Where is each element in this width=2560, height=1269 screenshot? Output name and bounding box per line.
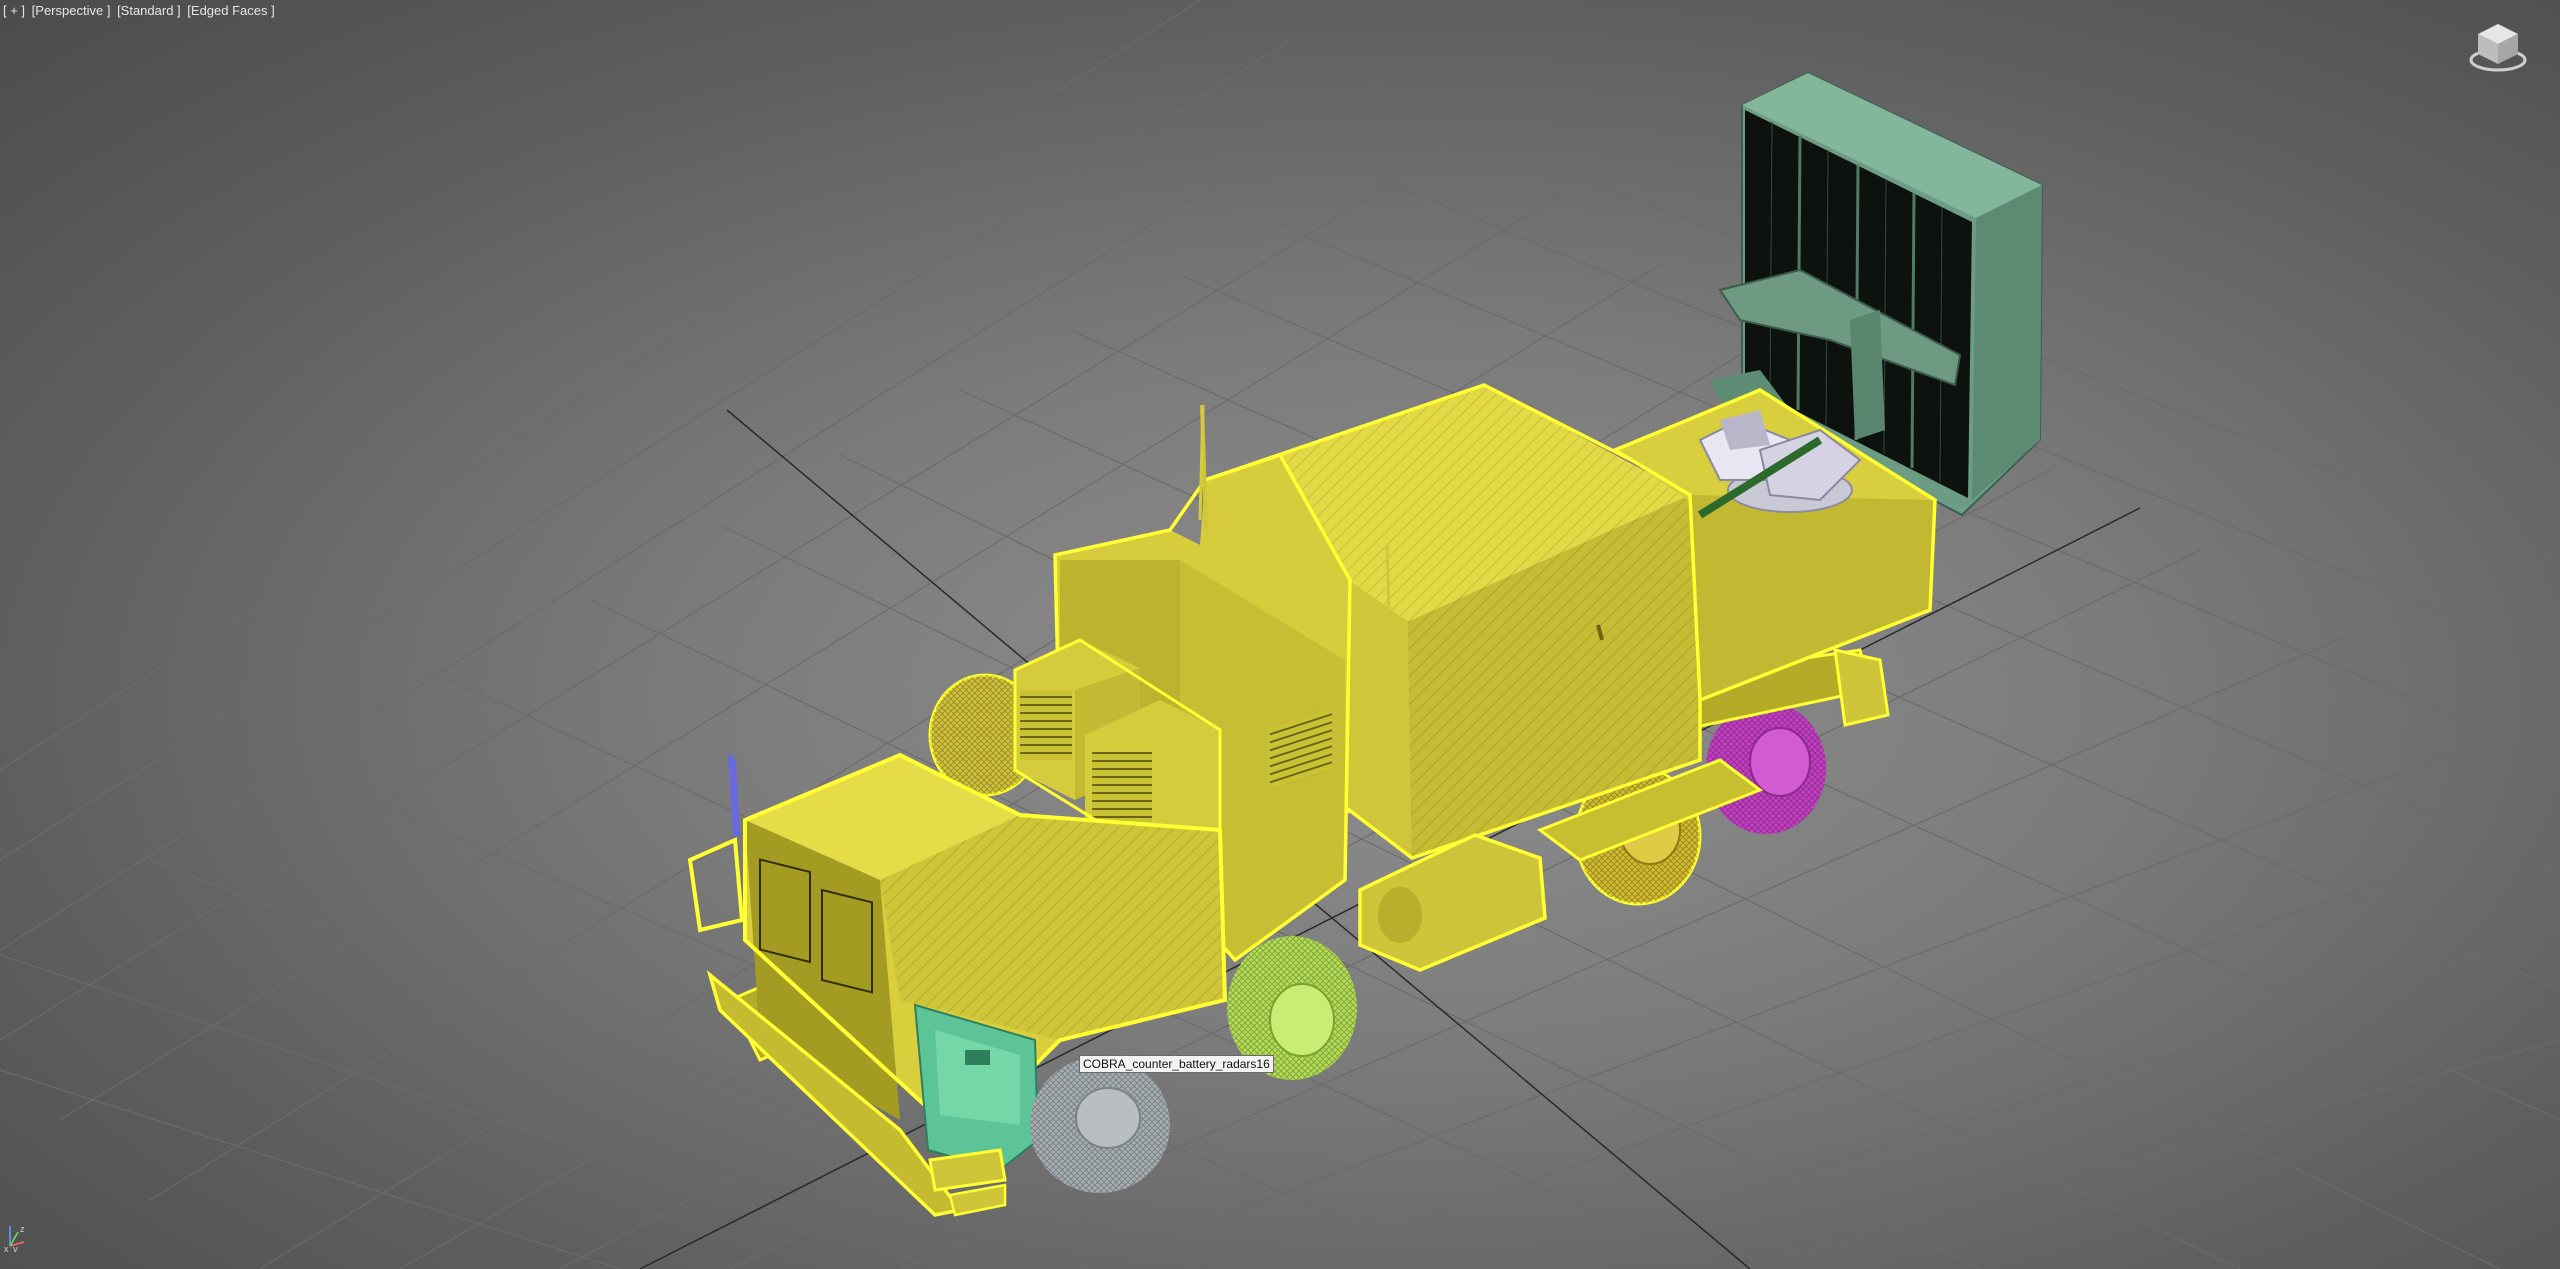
viewport-view-menu[interactable]: [Perspective ] <box>32 3 111 18</box>
viewport-visual-style-menu[interactable]: [Edged Faces ] <box>187 3 274 18</box>
viewport-label-menu[interactable]: [ + ] [Perspective ] [Standard ] [Edged … <box>3 3 278 18</box>
object-name-tooltip: COBRA_counter_battery_radars16 <box>1079 1055 1274 1073</box>
axis-tripod-icon: z x y <box>4 1224 25 1252</box>
viewport-shading-preset-menu[interactable]: [Standard ] <box>117 3 181 18</box>
rear-bumper[interactable] <box>1833 648 1890 727</box>
side-fuel-tank[interactable] <box>1358 833 1547 972</box>
viewcube-icon[interactable] <box>2468 18 2528 74</box>
axis-y-label: y <box>13 1244 18 1252</box>
3d-viewport[interactable]: [ + ] [Perspective ] [Standard ] [Edged … <box>0 0 2560 1269</box>
viewport-plus-menu[interactable]: [ + ] <box>3 3 25 18</box>
axis-x-label: x <box>4 1244 9 1252</box>
wheel-front-grey[interactable] <box>1030 1057 1170 1193</box>
axis-z-label: z <box>20 1224 25 1234</box>
scene-render[interactable] <box>0 0 2560 1269</box>
